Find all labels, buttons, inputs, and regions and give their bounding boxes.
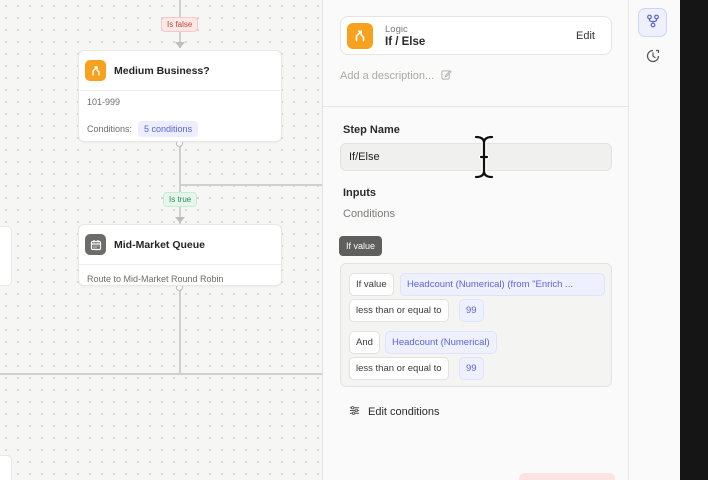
- connector-line: [179, 184, 322, 186]
- condition-field[interactable]: Headcount (Numerical): [385, 331, 497, 354]
- calendar-icon: [85, 234, 106, 255]
- node-mid-market-queue[interactable]: Mid-Market Queue Route to Mid-Market Rou…: [78, 224, 282, 286]
- description-field[interactable]: Add a description...: [340, 69, 452, 83]
- offscreen-node[interactable]: [0, 226, 12, 286]
- condition-field[interactable]: Headcount (Numerical) (from "Enrich ...: [400, 273, 605, 296]
- step-type-kind: Logic: [385, 23, 408, 35]
- conditions-box: If value Headcount (Numerical) (from "En…: [340, 263, 612, 387]
- node-header: Mid-Market Queue: [79, 225, 281, 265]
- node-title: Mid-Market Queue: [114, 238, 206, 251]
- workflow-tree-button[interactable]: [638, 8, 667, 37]
- edit-pencil-icon[interactable]: [441, 69, 452, 83]
- inputs-heading: Inputs: [343, 187, 376, 199]
- text-cursor-icon: [471, 134, 497, 186]
- branch-tree-icon: [646, 14, 660, 31]
- branch-false-pill: Is false: [161, 17, 199, 32]
- offscreen-node[interactable]: [0, 455, 12, 480]
- right-tool-rail: [628, 0, 680, 480]
- step-type-name: If / Else: [385, 35, 426, 48]
- condition-value[interactable]: 99: [459, 357, 484, 380]
- logic-branch-icon: [347, 22, 373, 49]
- conditions-label: Conditions: [343, 208, 395, 220]
- footer-button[interactable]: [435, 473, 511, 480]
- branch-true-pill: Is true: [163, 192, 198, 207]
- conditions-label: Conditions:: [87, 124, 133, 134]
- footer-delete-button[interactable]: [519, 473, 615, 480]
- condition-value[interactable]: 99: [459, 299, 484, 322]
- connector-arrow: [175, 42, 185, 48]
- step-config-panel: Logic If / Else Edit Add a description..…: [322, 0, 629, 480]
- if-value-tag: If value: [339, 236, 383, 256]
- logic-branch-icon: [85, 60, 106, 81]
- connector-arrow: [175, 217, 185, 223]
- condition-operator[interactable]: And: [349, 331, 380, 354]
- conditions-count-badge: 5 conditions: [138, 121, 199, 137]
- step-name-label: Step Name: [343, 124, 400, 136]
- window-edge: [680, 0, 708, 480]
- history-button[interactable]: [638, 43, 667, 72]
- node-subtitle: Route to Mid-Market Round Robin: [87, 274, 224, 284]
- condition-operator[interactable]: If value: [349, 273, 394, 296]
- node-range: 101-999: [87, 97, 121, 107]
- step-type-card: Logic If / Else Edit: [340, 16, 612, 55]
- edit-step-type-button[interactable]: Edit: [566, 23, 605, 48]
- section-divider: [323, 106, 629, 107]
- edit-conditions-button[interactable]: Edit conditions: [349, 405, 440, 419]
- connector-line: [0, 373, 322, 375]
- sliders-icon: [349, 405, 360, 419]
- description-placeholder[interactable]: Add a description...: [340, 70, 434, 82]
- node-header: Medium Business?: [79, 51, 281, 91]
- history-clock-icon: [646, 49, 660, 66]
- condition-comparator[interactable]: less than or equal to: [349, 357, 449, 380]
- node-title: Medium Business?: [114, 64, 210, 77]
- condition-comparator[interactable]: less than or equal to: [349, 299, 449, 322]
- node-conditions: Conditions: 5 conditions: [79, 107, 281, 145]
- connector-line: [179, 288, 181, 373]
- step-type-text: Logic If / Else: [385, 24, 566, 48]
- workflow-canvas[interactable]: Is false Is true Medium Business? 101-99…: [0, 0, 322, 480]
- edit-conditions-label[interactable]: Edit conditions: [368, 406, 440, 418]
- node-medium-business[interactable]: Medium Business? 101-999 Conditions: 5 c…: [78, 50, 282, 142]
